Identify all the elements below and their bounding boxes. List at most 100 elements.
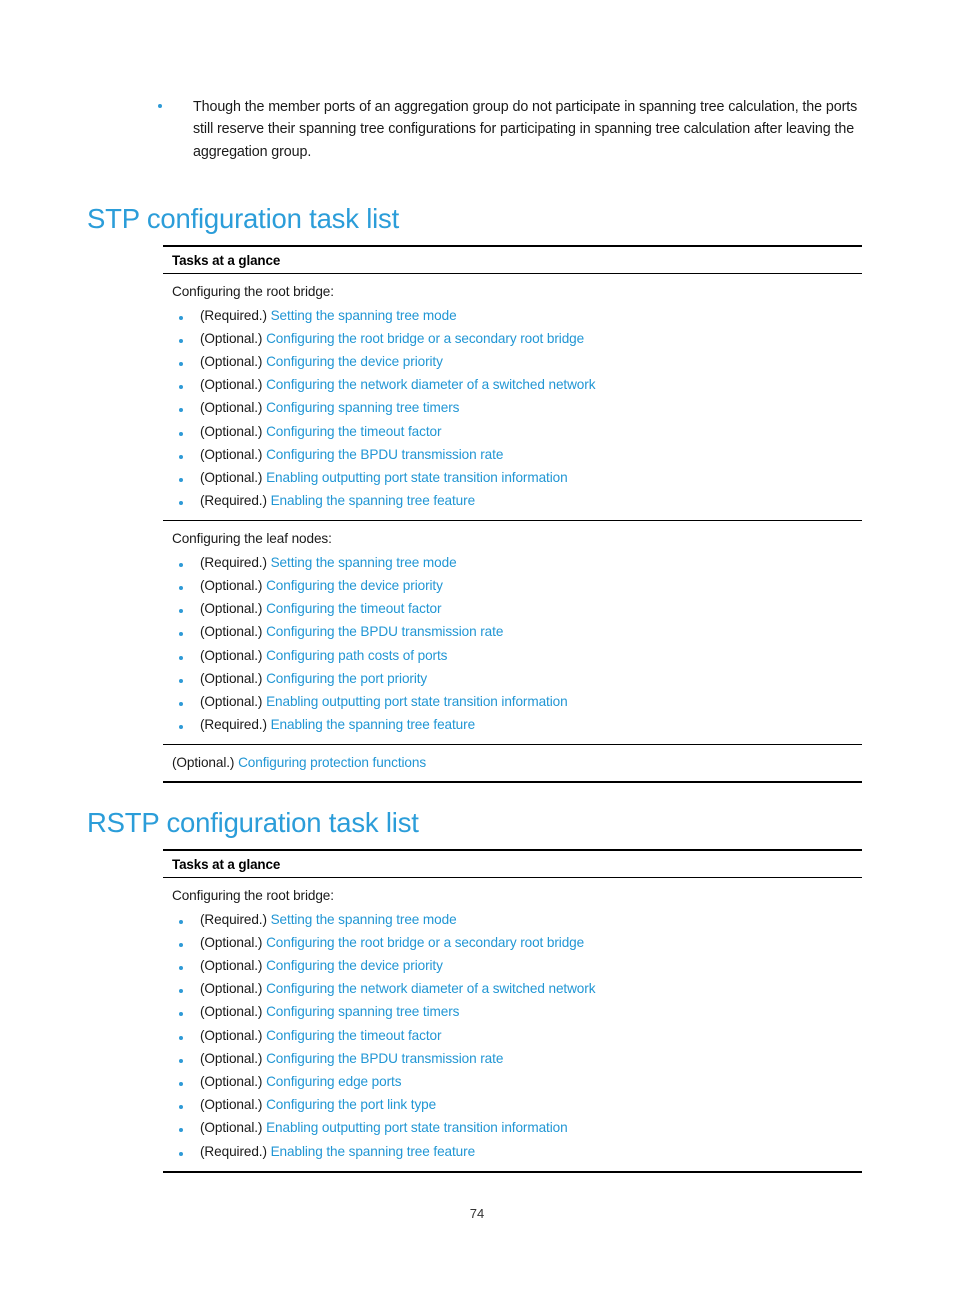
requirement-tag: (Optional.) [200, 934, 263, 950]
task-link[interactable]: Setting the spanning tree mode [271, 555, 457, 570]
task-link[interactable]: Enabling outputting port state transitio… [266, 694, 568, 709]
task-link[interactable]: Enabling the spanning tree feature [271, 493, 476, 508]
task-link[interactable]: Configuring the device priority [266, 958, 443, 973]
task-link[interactable]: Configuring the root bridge or a seconda… [266, 331, 584, 346]
task-link[interactable]: Configuring the BPDU transmission rate [266, 1051, 503, 1066]
table-header-tasks-at-a-glance: Tasks at a glance [163, 247, 862, 274]
task-link[interactable]: Configuring path costs of ports [266, 648, 447, 663]
requirement-tag: (Optional.) [200, 1073, 263, 1089]
task-list: (Required.) Setting the spanning tree mo… [172, 304, 862, 513]
list-item: (Optional.) Configuring the network diam… [172, 373, 862, 396]
task-link[interactable]: Configuring the timeout factor [266, 424, 441, 439]
list-item: (Optional.) Configuring the timeout fact… [172, 420, 862, 443]
requirement-tag: (Optional.) [200, 601, 263, 617]
list-item: (Optional.) Configuring the BPDU transmi… [172, 620, 862, 643]
group-lead-label: Configuring the root bridge: [172, 888, 334, 903]
list-item: (Optional.) Configuring the timeout fact… [172, 597, 862, 620]
task-link[interactable]: Configuring spanning tree timers [266, 1004, 459, 1019]
task-link[interactable]: Enabling the spanning tree feature [271, 717, 476, 732]
page-number: 74 [469, 1206, 485, 1221]
stp-task-table: Tasks at a glance Configuring the root b… [163, 245, 862, 784]
requirement-tag: (Required.) [200, 1143, 267, 1159]
list-item: (Optional.) Configuring the device prior… [172, 954, 862, 977]
requirement-tag: (Optional.) [200, 981, 263, 997]
task-list: (Required.) Setting the spanning tree mo… [172, 551, 862, 737]
group-lead-label: Configuring the leaf nodes: [172, 531, 332, 547]
list-item: (Optional.) Configuring the root bridge … [172, 931, 862, 954]
list-item: (Required.) Enabling the spanning tree f… [172, 713, 862, 736]
list-item: (Optional.) Enabling outputting port sta… [172, 466, 862, 489]
list-item: (Required.) Enabling the spanning tree f… [172, 1140, 862, 1163]
task-link[interactable]: Enabling the spanning tree feature [271, 1144, 476, 1159]
task-link[interactable]: Configuring the device priority [266, 578, 443, 593]
intro-bullet-text: Though the member ports of an aggregatio… [193, 99, 858, 160]
requirement-tag: (Optional.) [200, 377, 263, 393]
table-header-tasks-at-a-glance: Tasks at a glance [163, 851, 862, 878]
task-link[interactable]: Configuring the device priority [266, 354, 443, 369]
requirement-tag: (Optional.) [200, 400, 263, 416]
list-item: Though the member ports of an aggregatio… [158, 96, 870, 163]
task-link[interactable]: Configuring the timeout factor [266, 1028, 441, 1043]
list-item: (Optional.) Configuring edge ports [172, 1070, 862, 1093]
requirement-tag: (Optional.) [200, 1120, 263, 1136]
requirement-tag: (Optional.) [200, 1027, 263, 1043]
optional-protection-row: (Optional.) Configuring protection funct… [172, 752, 862, 773]
list-item: (Required.) Enabling the spanning tree f… [172, 489, 862, 512]
requirement-tag: (Optional.) [200, 1004, 263, 1020]
task-link[interactable]: Configuring the network diameter of a sw… [266, 981, 595, 996]
table-row: Configuring the leaf nodes: (Required.) … [163, 520, 862, 744]
task-link[interactable]: Configuring the network diameter of a sw… [266, 377, 595, 392]
bullet-icon [158, 96, 193, 108]
page-title-stp: STP configuration task list [87, 203, 400, 235]
task-link[interactable]: Configuring spanning tree timers [266, 400, 459, 415]
task-link[interactable]: Configuring the timeout factor [266, 601, 441, 616]
task-link[interactable]: Configuring protection functions [238, 755, 426, 770]
table-row: Configuring the root bridge: (Required.)… [163, 878, 862, 1171]
list-item: (Required.) Setting the spanning tree mo… [172, 908, 862, 931]
requirement-tag: (Optional.) [200, 578, 263, 594]
task-link[interactable]: Configuring the port link type [266, 1097, 436, 1112]
list-item: (Optional.) Configuring the network diam… [172, 977, 862, 1000]
list-item: (Optional.) Configuring the port link ty… [172, 1093, 862, 1116]
requirement-tag: (Optional.) [200, 624, 263, 640]
list-item: (Optional.) Configuring the BPDU transmi… [172, 443, 862, 466]
requirement-tag: (Optional.) [200, 647, 263, 663]
group-lead-label: Configuring the root bridge: [172, 284, 334, 299]
requirement-tag: (Optional.) [200, 423, 263, 439]
task-list: (Required.) Setting the spanning tree mo… [172, 908, 862, 1163]
task-link[interactable]: Setting the spanning tree mode [271, 912, 457, 927]
list-item: (Optional.) Enabling outputting port sta… [172, 690, 862, 713]
requirement-tag: (Required.) [200, 307, 267, 323]
requirement-tag: (Optional.) [200, 1050, 263, 1066]
list-item: (Optional.) Configuring spanning tree ti… [172, 396, 862, 419]
task-link[interactable]: Setting the spanning tree mode [271, 308, 457, 323]
task-link[interactable]: Configuring the BPDU transmission rate [266, 447, 503, 462]
list-item: (Optional.) Configuring the BPDU transmi… [172, 1047, 862, 1070]
requirement-tag: (Optional.) [200, 957, 263, 973]
requirement-tag: (Optional.) [200, 469, 263, 485]
list-item: (Optional.) Configuring the timeout fact… [172, 1024, 862, 1047]
requirement-tag: (Optional.) [200, 446, 263, 462]
table-row: (Optional.) Configuring protection funct… [163, 744, 862, 781]
task-link[interactable]: Configuring the port priority [266, 671, 427, 686]
rstp-task-table: Tasks at a glance Configuring the root b… [163, 849, 862, 1173]
intro-bullet-list: Though the member ports of an aggregatio… [158, 96, 870, 163]
list-item: (Optional.) Configuring the root bridge … [172, 327, 862, 350]
requirement-tag: (Optional.) [200, 670, 263, 686]
task-link[interactable]: Configuring the root bridge or a seconda… [266, 935, 584, 950]
task-link[interactable]: Enabling outputting port state transitio… [266, 470, 568, 485]
task-link[interactable]: Configuring edge ports [266, 1074, 401, 1089]
list-item: (Optional.) Enabling outputting port sta… [172, 1116, 862, 1139]
page-title-rstp: RSTP configuration task list [87, 807, 419, 839]
list-item: (Optional.) Configuring path costs of po… [172, 644, 862, 667]
table-row: Configuring the root bridge: (Required.)… [163, 274, 862, 520]
task-link[interactable]: Enabling outputting port state transitio… [266, 1120, 568, 1135]
list-item: (Required.) Setting the spanning tree mo… [172, 304, 862, 327]
task-link[interactable]: Configuring the BPDU transmission rate [266, 624, 503, 639]
requirement-tag: (Optional.) [172, 755, 235, 771]
requirement-tag: (Optional.) [200, 330, 263, 346]
document-page: Though the member ports of an aggregatio… [0, 0, 954, 1296]
requirement-tag: (Optional.) [200, 1097, 263, 1113]
requirement-tag: (Required.) [200, 717, 267, 733]
requirement-tag: (Required.) [200, 911, 267, 927]
